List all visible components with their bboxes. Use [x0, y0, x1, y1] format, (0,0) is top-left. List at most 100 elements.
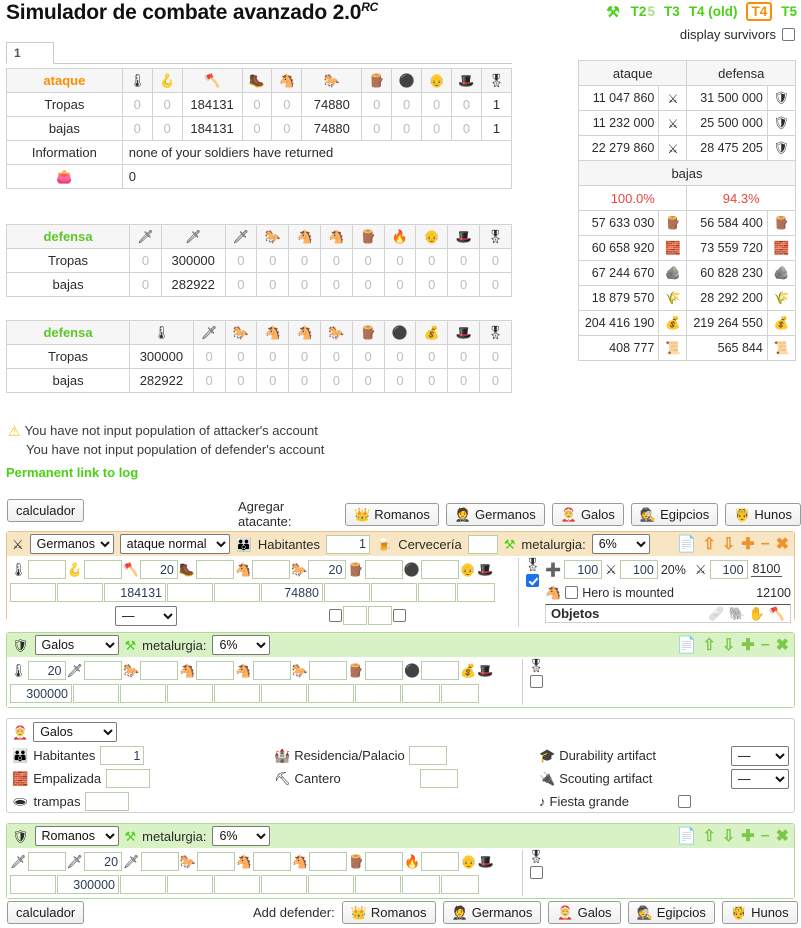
- attacker-extra-input-1[interactable]: [343, 606, 367, 625]
- move-down-icon[interactable]: ⇩: [722, 826, 735, 846]
- defender-2-count-2[interactable]: [120, 875, 166, 894]
- defender-1-count-7[interactable]: [355, 684, 401, 703]
- defender-2-count-5[interactable]: [261, 875, 307, 894]
- axe-item-icon[interactable]: 🪓: [769, 607, 785, 620]
- defender-1-count-2[interactable]: [120, 684, 166, 703]
- add-attacker-egipcios[interactable]: 🕵 Egipcios: [630, 502, 719, 526]
- attacker-level-6[interactable]: [364, 560, 403, 579]
- attacker-count-7[interactable]: [371, 583, 417, 602]
- copy-icon[interactable]: 📄: [677, 826, 697, 846]
- defender-2-count-9[interactable]: [441, 875, 479, 894]
- defender-1-count-4[interactable]: [214, 684, 260, 703]
- attacker-level-0[interactable]: [27, 560, 66, 579]
- version-current-t4[interactable]: T4: [746, 2, 773, 21]
- attacker-tribe-select[interactable]: Germanos: [29, 534, 114, 554]
- attacker-count-2[interactable]: [104, 583, 166, 602]
- attack-type-select[interactable]: ataque normal: [119, 534, 230, 554]
- attacker-level-7[interactable]: [420, 560, 459, 579]
- add-defender-galos[interactable]: 🤶 Galos: [548, 901, 621, 924]
- defender-1-count-5[interactable]: [261, 684, 307, 703]
- permanent-link-to-log[interactable]: Permanent link to log: [6, 465, 138, 480]
- attacker-count-3[interactable]: [167, 583, 213, 602]
- defender-2-count-4[interactable]: [214, 875, 260, 894]
- hero-health-input[interactable]: [564, 560, 603, 579]
- elephant-icon[interactable]: 🐘: [728, 607, 744, 620]
- defender-2-count-7[interactable]: [355, 875, 401, 894]
- add-attacker-hunos[interactable]: 🤴 Hunos: [725, 502, 801, 526]
- attacker-count-6[interactable]: [324, 583, 370, 602]
- add-attacker-galos[interactable]: 🤶 Galos: [551, 502, 624, 526]
- add-icon[interactable]: ✚: [741, 826, 754, 846]
- calculator-button-top[interactable]: calculador: [7, 499, 85, 522]
- hero-offbonus-input[interactable]: [619, 560, 658, 579]
- defender-2-count-6[interactable]: [308, 875, 354, 894]
- version-link-t25[interactable]: 5: [647, 4, 655, 19]
- defender-1-count-9[interactable]: [441, 684, 479, 703]
- calculator-button-bottom[interactable]: calculador: [7, 901, 85, 924]
- defender-1-count-3[interactable]: [167, 684, 213, 703]
- move-down-icon[interactable]: ⇩: [722, 635, 735, 655]
- hero-enabled-checkbox[interactable]: [526, 574, 540, 587]
- attacker-level-2[interactable]: [139, 560, 178, 579]
- display-survivors-checkbox[interactable]: [782, 28, 795, 41]
- close-icon[interactable]: ✖: [776, 635, 789, 655]
- defender-2-tribe-select[interactable]: Romanos: [34, 826, 119, 846]
- defender-2-level-2[interactable]: [140, 852, 179, 871]
- attacker-metallurgy-select[interactable]: 6%: [591, 534, 650, 554]
- move-up-icon[interactable]: ⇧: [702, 534, 715, 554]
- attacker-count-8[interactable]: [418, 583, 456, 602]
- defender-1-count-6[interactable]: [308, 684, 354, 703]
- defender-1-level-2[interactable]: [140, 661, 179, 680]
- defender-2-level-4[interactable]: [252, 852, 291, 871]
- attacker-level-1[interactable]: [83, 560, 122, 579]
- hero-power-input[interactable]: [709, 560, 748, 579]
- defender-2-level-3[interactable]: [196, 852, 235, 871]
- attacker-level-5[interactable]: [308, 560, 347, 579]
- move-up-icon[interactable]: ⇧: [702, 635, 715, 655]
- copy-icon[interactable]: 📄: [677, 635, 697, 655]
- brewery-input[interactable]: [467, 534, 498, 554]
- attacker-level-4[interactable]: [252, 560, 291, 579]
- add-attacker-romanos[interactable]: 👑 Romanos: [345, 502, 439, 526]
- hero-mounted-checkbox[interactable]: [565, 586, 579, 599]
- attacker-count-4[interactable]: [214, 583, 260, 602]
- defender-1-level-5[interactable]: [308, 661, 347, 680]
- copy-icon[interactable]: 📄: [677, 534, 697, 554]
- move-up-icon[interactable]: ⇧: [702, 826, 715, 846]
- defender-1-metallurgy-select[interactable]: 6%: [212, 635, 271, 655]
- defender-2-count-0[interactable]: [10, 875, 56, 894]
- tab-1[interactable]: 1: [6, 42, 54, 64]
- attacker-extra-input-2[interactable]: [368, 606, 392, 625]
- defender-1-level-1[interactable]: [84, 661, 123, 680]
- attacker-extra-checkbox-2[interactable]: [393, 609, 406, 622]
- durability-artifact-select[interactable]: —: [731, 745, 789, 766]
- attacker-count-0[interactable]: [10, 583, 56, 602]
- defender-1-count-8[interactable]: [402, 684, 440, 703]
- add-icon[interactable]: ✚: [741, 534, 754, 554]
- village-tribe-select[interactable]: Galos: [33, 722, 118, 742]
- defender-1-tribe-select[interactable]: Galos: [34, 635, 119, 655]
- attacker-extra-checkbox-1[interactable]: [329, 609, 342, 622]
- trampas-input[interactable]: [85, 792, 130, 811]
- cantero-input[interactable]: [419, 769, 458, 788]
- defender-1-level-0[interactable]: [27, 661, 66, 680]
- close-icon[interactable]: ✖: [776, 826, 789, 846]
- defender-1-level-4[interactable]: [252, 661, 291, 680]
- version-link-t5[interactable]: T5: [781, 4, 797, 19]
- defender-1-level-3[interactable]: [196, 661, 235, 680]
- defender-1-hero-checkbox[interactable]: [529, 675, 543, 688]
- version-link-t3[interactable]: T3: [664, 4, 680, 19]
- defender-2-level-6[interactable]: [365, 852, 404, 871]
- move-down-icon[interactable]: ⇩: [722, 534, 735, 554]
- scouting-artifact-select[interactable]: —: [731, 768, 789, 789]
- attacker-count-9[interactable]: [457, 583, 495, 602]
- attacker-count-5[interactable]: [261, 583, 323, 602]
- defender-2-metallurgy-select[interactable]: 6%: [212, 826, 271, 846]
- defender-2-level-7[interactable]: [421, 852, 460, 871]
- add-attacker-germanos[interactable]: 🤵 Germanos: [445, 502, 545, 526]
- defender-2-level-5[interactable]: [309, 852, 348, 871]
- fiesta-grande-checkbox[interactable]: [678, 795, 691, 808]
- minimize-icon[interactable]: –: [761, 827, 770, 845]
- add-defender-romanos[interactable]: 👑 Romanos: [341, 901, 436, 924]
- add-defender-hunos[interactable]: 🤴 Hunos: [721, 901, 798, 924]
